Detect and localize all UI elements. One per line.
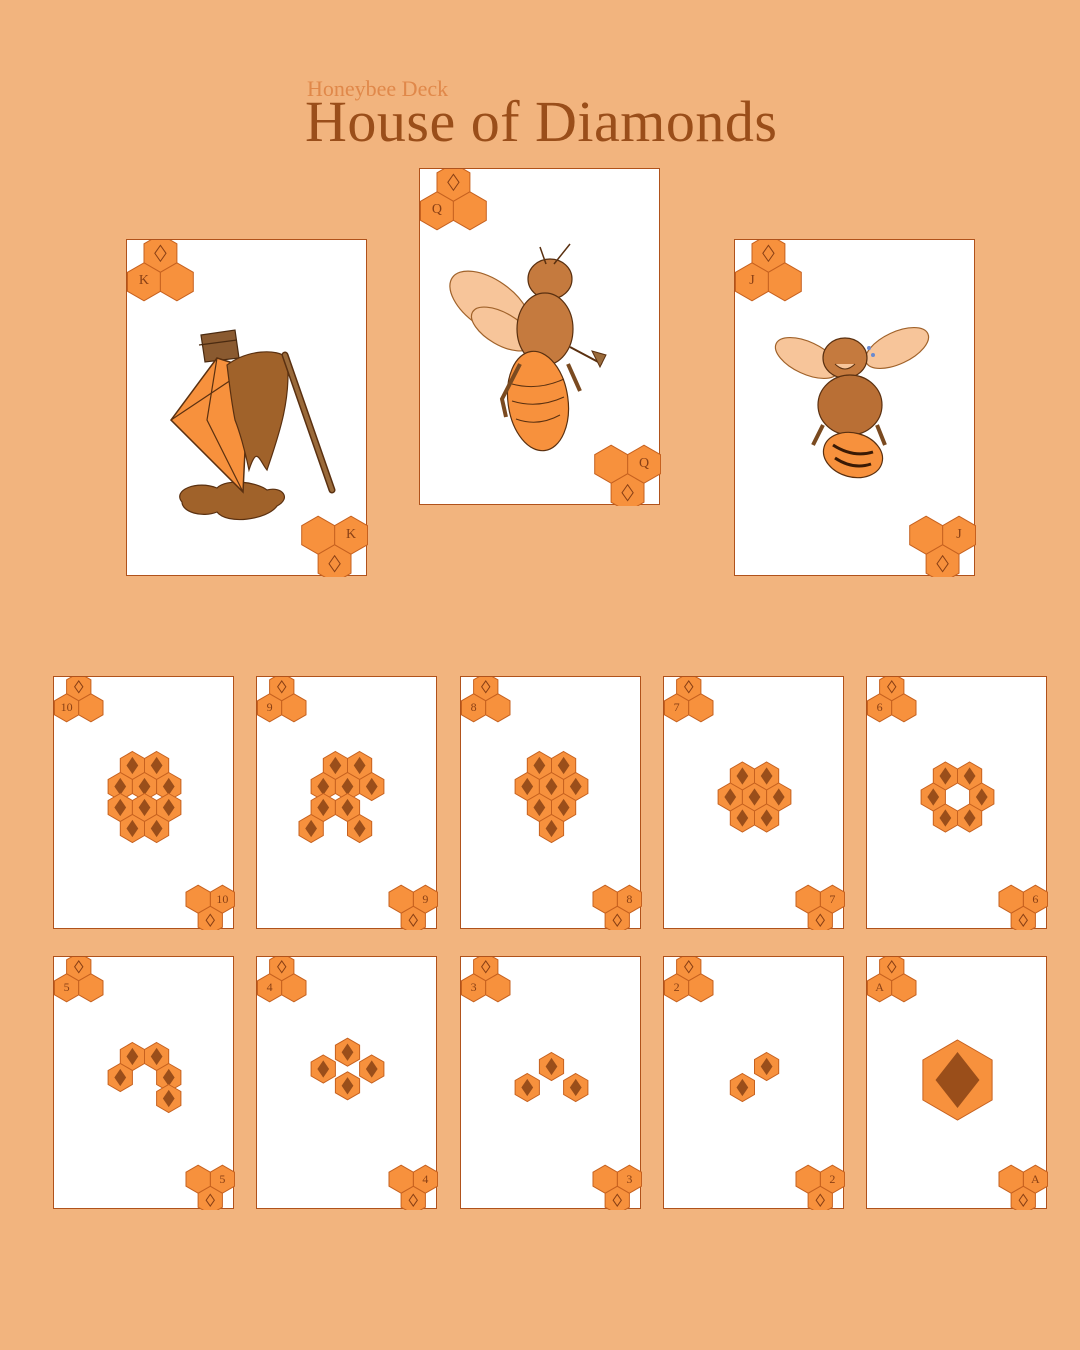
card-rank-label: 7 (829, 891, 836, 906)
page-title: House of Diamonds (305, 89, 778, 154)
card-rank-label: 2 (673, 980, 680, 995)
card-10[interactable]: 10 10 (53, 676, 235, 930)
card-rank-label: 6 (1032, 891, 1039, 906)
card-a[interactable]: AA (866, 956, 1048, 1210)
card-rank-label: 2 (829, 1171, 836, 1186)
card-rank-label: K (345, 526, 357, 542)
card-rank-label: J (956, 526, 962, 542)
card-jack[interactable]: JJ (734, 239, 976, 577)
card-8[interactable]: 88 (460, 676, 642, 930)
card-rank-label: 9 (422, 891, 429, 906)
card-rank-label: 3 (470, 980, 477, 995)
card-rank-label: 10 (60, 700, 73, 715)
card-rank-label: A (875, 980, 884, 995)
card-4[interactable]: 44 (256, 956, 438, 1210)
card-2[interactable]: 22 (663, 956, 845, 1210)
card-5[interactable]: 55 (53, 956, 235, 1210)
card-rank-label: 3 (626, 1171, 633, 1186)
card-rank-label: Q (638, 455, 650, 471)
card-rank-label: K (138, 273, 150, 289)
card-king[interactable]: KK (126, 239, 368, 577)
card-rank-label: 8 (470, 700, 477, 715)
card-3[interactable]: 33 (460, 956, 642, 1210)
card-rank-label: 10 (216, 891, 229, 906)
card-rank-label: 4 (422, 1171, 429, 1186)
card-rank-label: J (749, 273, 755, 289)
card-rank-label: Q (431, 202, 443, 218)
card-rank-label: 5 (63, 980, 70, 995)
card-rank-label: 6 (876, 700, 883, 715)
card-6[interactable]: 66 (866, 676, 1048, 930)
card-rank-label: 5 (219, 1171, 226, 1186)
card-queen[interactable]: QQ (419, 168, 661, 506)
card-rank-label: 4 (266, 980, 273, 995)
card-rank-label: 8 (626, 891, 633, 906)
card-7[interactable]: 77 (663, 676, 845, 930)
card-rank-label: 7 (673, 700, 680, 715)
card-9[interactable]: 99 (256, 676, 438, 930)
card-rank-label: 9 (266, 700, 273, 715)
card-rank-label: A (1031, 1171, 1040, 1186)
